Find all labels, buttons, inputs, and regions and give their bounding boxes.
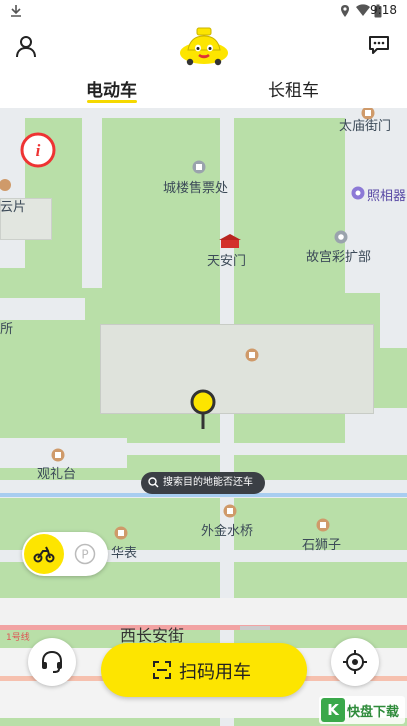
map-road: [82, 108, 102, 288]
mode-toggle[interactable]: P: [22, 532, 108, 576]
map-road: [0, 598, 407, 628]
headset-icon: [42, 650, 62, 673]
info-icon[interactable]: i: [20, 132, 56, 168]
building-icon: [114, 526, 128, 540]
app-header: [0, 22, 407, 72]
poi-label: 云片: [0, 200, 27, 215]
map-view[interactable]: i 城楼售票处 天安门 太庙街门 照相器 故宫彩扩部 云片 所 观礼台 外金水桥…: [0, 108, 407, 726]
plaza-block: [100, 324, 374, 414]
shopping-icon: [351, 186, 365, 200]
app-logo: [180, 27, 228, 66]
locate-me-button[interactable]: [331, 638, 379, 686]
locate-icon: [343, 650, 367, 674]
map-road: [220, 108, 234, 726]
message-icon[interactable]: [368, 35, 390, 55]
watermark-logo: K: [321, 698, 345, 722]
poi-label: 天安门: [207, 254, 247, 269]
tab-long-term-rental[interactable]: 长租车: [268, 76, 319, 101]
scan-to-ride-button[interactable]: 扫码用车: [101, 643, 307, 697]
status-time: 9:18: [370, 3, 397, 17]
poi-label: 照相器: [367, 189, 407, 204]
download-icon: [11, 5, 21, 17]
search-destination-tip[interactable]: 搜索目的地能否还车: [141, 472, 265, 494]
map-road: [380, 118, 407, 348]
building-icon: [51, 448, 65, 462]
ticket-office-icon: [192, 160, 206, 174]
search-icon: [148, 477, 159, 488]
building-icon: [316, 518, 330, 532]
map-road: [345, 408, 407, 448]
parking-icon[interactable]: P: [74, 543, 96, 565]
tab-bar: 电动车 长租车: [0, 72, 407, 108]
tab-active-indicator: [87, 100, 137, 103]
photo-shop-icon: [334, 230, 348, 244]
poi-label: 所: [0, 322, 14, 337]
poi-label: 石狮子: [302, 538, 342, 553]
crosswalk: [240, 626, 270, 630]
location-icon: [341, 5, 349, 17]
metro-label: 1号线: [6, 633, 30, 643]
wifi-icon: [356, 4, 370, 16]
poi-label: 故宫彩扩部: [306, 250, 372, 265]
bridge-icon: [223, 504, 237, 518]
watermark: K 快盘下载: [319, 696, 405, 724]
status-bar: 9:18: [0, 0, 407, 22]
scooter-icon: [33, 546, 55, 563]
location-pin-icon: [190, 389, 216, 429]
poi-label: 观礼台: [37, 467, 77, 482]
poi-label: 华表: [111, 546, 138, 561]
poi-label: 城楼售票处: [163, 181, 229, 196]
watermark-text: 快盘下载: [347, 705, 400, 720]
scan-button-label: 扫码用车: [179, 662, 251, 683]
svg-text:i: i: [36, 141, 41, 160]
scan-icon: [153, 661, 171, 679]
poi-label: 外金水桥: [201, 524, 254, 539]
building-icon: [245, 348, 259, 362]
map-road: [0, 298, 85, 320]
svg-text:P: P: [81, 548, 88, 562]
scooter-mode-button[interactable]: [24, 534, 64, 574]
search-tip-text: 搜索目的地能否还车: [163, 477, 253, 488]
building-icon: [0, 179, 11, 191]
metro-line: [0, 625, 407, 630]
tab-electric-vehicle[interactable]: 电动车: [86, 76, 137, 101]
user-profile-icon[interactable]: [14, 34, 38, 58]
customer-service-button[interactable]: [28, 638, 76, 686]
poi-label: 太庙街门: [339, 119, 392, 134]
tiananmen-gate-icon: [219, 234, 241, 248]
